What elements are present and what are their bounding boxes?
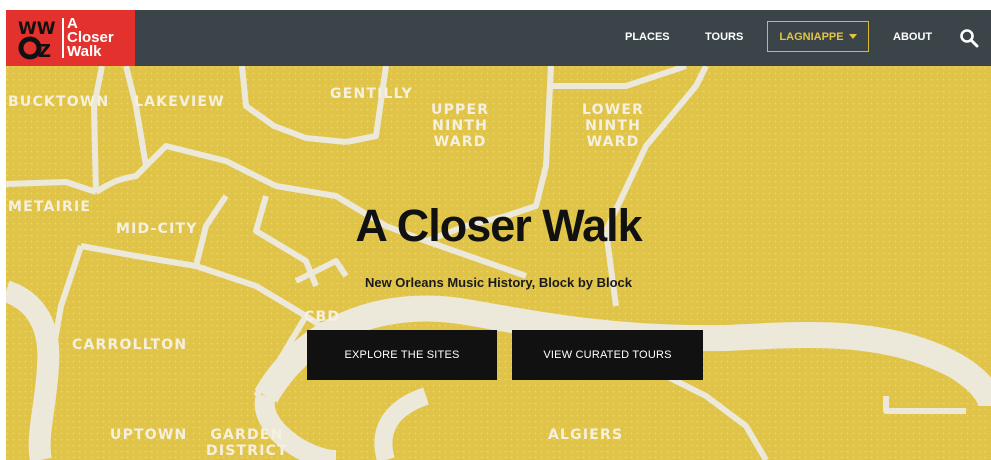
explore-sites-button[interactable]: EXPLORE THE SITES [307, 330, 497, 380]
svg-text:Z: Z [38, 41, 51, 60]
neighborhood-lakeview: LAKEVIEW [134, 94, 225, 110]
neighborhood-cbd: CBD [304, 309, 341, 325]
hero-title: A Closer Walk [355, 200, 642, 251]
caret-down-icon [848, 34, 857, 39]
wwoz-logo-icon: WW Z [18, 19, 56, 60]
neighborhood-lower-ninth-ward: LOWER NINTH WARD [582, 102, 645, 150]
nav-places[interactable]: PLACES [625, 31, 670, 43]
neighborhood-gentilly: GENTILLY [330, 86, 413, 102]
page-frame: WW Z A Closer Walk PLACES TOURS LAGNIAPP… [6, 10, 991, 460]
nav-about[interactable]: ABOUT [893, 31, 932, 43]
view-curated-tours-button[interactable]: VIEW CURATED TOURS [512, 330, 703, 380]
neighborhood-algiers: ALGIERS [548, 427, 624, 443]
nav-lagniappe-label: LAGNIAPPE [779, 30, 844, 43]
logo-divider [62, 18, 64, 58]
logo-brand-text: A Closer Walk [67, 15, 114, 60]
site-logo[interactable]: WW Z A Closer Walk [6, 10, 135, 66]
neighborhood-carrollton: CARROLLTON [72, 337, 188, 353]
neighborhood-uptown: UPTOWN [110, 427, 188, 443]
neighborhood-garden-district: GARDEN DISTRICT [206, 427, 288, 459]
neighborhood-bucktown: BUCKTOWN [8, 94, 110, 110]
search-icon[interactable] [959, 28, 979, 48]
neighborhood-map [6, 66, 991, 460]
neighborhood-upper-ninth-ward: UPPER NINTH WARD [431, 102, 490, 150]
hero-subtitle: New Orleans Music History, Block by Bloc… [364, 275, 633, 290]
nav-lagniappe-dropdown[interactable]: LAGNIAPPE [767, 21, 869, 52]
top-navigation-bar: WW Z A Closer Walk PLACES TOURS LAGNIAPP… [6, 10, 991, 66]
svg-text:WW: WW [18, 19, 56, 39]
nav-tours[interactable]: TOURS [705, 31, 743, 43]
